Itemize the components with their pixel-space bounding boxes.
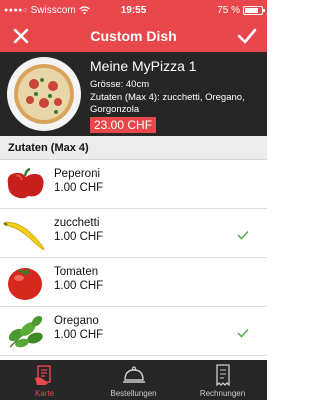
zucchini-image — [3, 221, 45, 251]
nav-bar: Custom Dish — [0, 20, 267, 52]
tab-label: Bestellungen — [110, 389, 157, 398]
pizza-image — [7, 57, 81, 131]
ingredient-name: Oregano — [54, 315, 99, 327]
ingredient-price: 1.00 CHF — [54, 329, 104, 341]
dish-name: Meine MyPizza 1 — [90, 58, 197, 74]
ingredient-row[interactable]: Tomaten 1.00 CHF — [0, 258, 267, 307]
signal-icon: ●●●●○ — [4, 6, 28, 14]
tab-bar: Karte Bestellungen Rechnungen — [0, 360, 267, 400]
tab-label: Rechnungen — [199, 389, 246, 398]
ingredient-row[interactable]: zucchetti 1.00 CHF — [0, 209, 267, 258]
menu-card-icon — [34, 365, 51, 385]
tab-karte[interactable]: Karte — [0, 360, 89, 400]
section-header: Zutaten (Max 4) — [0, 136, 267, 160]
dish-size: Grösse: 40cm — [90, 79, 150, 90]
ingredient-name: Peperoni — [54, 168, 101, 180]
page-title: Custom Dish — [90, 28, 177, 44]
cloche-icon — [122, 366, 145, 383]
battery-icon — [243, 5, 265, 15]
ingredient-name: Tomaten — [54, 266, 99, 278]
oregano-image — [8, 315, 43, 348]
ingredient-price: 1.00 CHF — [54, 280, 104, 292]
clock: 19:55 — [120, 4, 147, 16]
pepper-image — [7, 167, 44, 199]
carrier-name: Swisscom — [30, 4, 76, 16]
dish-description: Zutaten (Max 4): zucchetti, Oregano, Gor… — [90, 92, 245, 115]
wifi-icon — [78, 6, 90, 14]
checkmark-icon[interactable] — [236, 25, 258, 47]
tomato-image — [8, 268, 42, 300]
dish-summary: Meine MyPizza 1 Grösse: 40cm Zutaten (Ma… — [0, 52, 267, 136]
ingredient-name: zucchetti — [54, 217, 100, 229]
status-bar: ●●●●○ Swisscom 19:55 75 % — [0, 0, 267, 20]
battery-percent: 75 % — [217, 4, 240, 16]
ingredient-list: Peperoni 1.00 CHF zucchetti 1.00 CHF Tom… — [0, 160, 267, 356]
ingredient-price: 1.00 CHF — [54, 182, 104, 194]
ingredient-price: 1.00 CHF — [54, 231, 104, 243]
selected-check-icon — [237, 230, 249, 240]
tab-label: Karte — [34, 389, 55, 398]
selected-check-icon — [237, 328, 249, 338]
receipt-icon — [215, 364, 230, 386]
close-icon[interactable] — [10, 25, 32, 47]
ingredient-row[interactable]: Oregano 1.00 CHF — [0, 307, 267, 356]
ingredient-row[interactable]: Peperoni 1.00 CHF — [0, 160, 267, 209]
dish-price-badge: 23.00 CHF — [90, 117, 157, 133]
tab-bestellungen[interactable]: Bestellungen — [89, 360, 178, 400]
tab-rechnungen[interactable]: Rechnungen — [178, 360, 267, 400]
